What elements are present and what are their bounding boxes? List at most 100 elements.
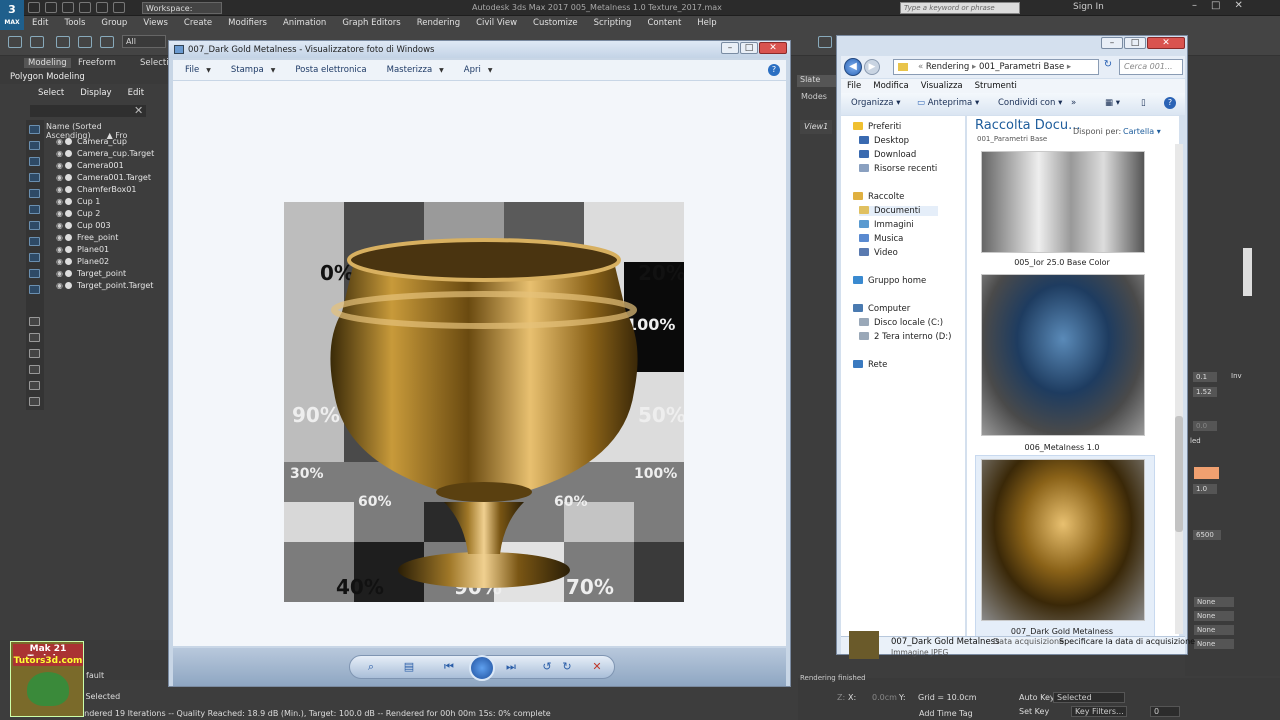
nav-drive-c[interactable]: Disco locale (C:) [859,318,943,328]
render-setup-icon[interactable] [818,36,832,48]
nav-documents[interactable]: Documenti [859,206,939,216]
previous-icon[interactable]: ⏮ [442,661,456,673]
scene-menu-display[interactable]: Display [80,88,111,102]
menu-tools[interactable]: Tools [56,16,93,30]
eye-icon[interactable]: ◉ [56,256,65,268]
eye-icon[interactable]: ◉ [56,172,65,184]
rotate-left-icon[interactable]: ↺ [540,661,554,673]
sort-icon[interactable] [29,349,40,358]
hierarchy-icon[interactable] [29,333,40,342]
sign-in-button[interactable]: Sign In [1073,2,1104,12]
new-icon[interactable] [28,2,40,13]
help-icon[interactable]: ? [768,64,780,76]
scene-item[interactable]: ◉ Cup 2 [56,208,170,220]
close-icon[interactable]: ✕ [134,104,143,117]
maximize-icon[interactable]: □ [1211,0,1220,11]
map-slot-button[interactable]: None [1194,597,1234,607]
scene-item[interactable]: ◉ Free_point [56,232,170,244]
thumbnail-caption[interactable]: 006_Metalness 1.0 [972,443,1152,452]
eye-icon[interactable]: ◉ [56,220,65,232]
project-icon[interactable] [113,2,125,13]
redo-icon[interactable] [30,36,44,48]
link-icon[interactable] [56,36,70,48]
eye-icon[interactable]: ◉ [56,280,65,292]
display-lights-icon[interactable] [29,173,40,182]
kelvin-field[interactable]: 6500 [1193,530,1221,540]
rendering-window-taskbar[interactable]: Rendering finished [800,674,900,688]
menu-edit[interactable]: Modifica [867,79,915,93]
max-app-logo[interactable]: 3 MAX [0,0,24,30]
eye-icon[interactable]: ◉ [56,244,65,256]
nav-network[interactable]: Rete [853,360,887,370]
nav-video[interactable]: Video [859,248,898,258]
scene-item[interactable]: ◉ Target_point.Target [56,280,170,292]
key-selection-dropdown[interactable]: Selected [1053,692,1125,703]
scene-item[interactable]: ◉ Camera_cup.Target [56,148,170,160]
actual-size-icon[interactable]: ▤ [402,661,416,673]
scene-item[interactable]: ◉ Target_point [56,268,170,280]
polygon-modeling-label[interactable]: Polygon Modeling [10,72,85,82]
menu-help[interactable]: Help [689,16,724,30]
thumbnail-caption[interactable]: 005_Ior 25.0 Base Color [972,258,1152,267]
thumbnail-caption[interactable]: 007_Dark Gold Metalness [972,627,1152,636]
organize-button[interactable]: Organizza ▾ [851,98,901,108]
menu-file[interactable]: File [841,79,867,93]
layer-icon[interactable] [29,317,40,326]
scene-item[interactable]: ◉ Plane02 [56,256,170,268]
delete-icon[interactable]: ✕ [590,661,604,673]
menu-view[interactable]: Visualizza [915,79,969,93]
auto-key-button[interactable]: Auto Key [1019,693,1055,702]
set-key-button[interactable]: Set Key [1019,707,1049,716]
map-slot-button[interactable]: None [1194,611,1234,621]
close-icon[interactable]: ✕ [1147,37,1185,49]
view1-tab[interactable]: View1 [800,120,832,134]
scene-item[interactable]: ◉ Cup 003 [56,220,170,232]
nav-pictures[interactable]: Immagini [859,220,914,230]
preview-pane-icon[interactable]: ▯ [1141,98,1146,108]
menu-group[interactable]: Group [93,16,135,30]
menu-create[interactable]: Create [176,16,220,30]
display-geometry-icon[interactable] [29,141,40,150]
frame-field[interactable]: 0 [1150,706,1180,717]
param-field[interactable]: 0.1 [1193,372,1217,382]
rotate-right-icon[interactable]: ↻ [560,661,574,673]
close-icon[interactable]: ✕ [1234,0,1242,11]
workspace-dropdown[interactable]: Workspace: Default [142,2,222,24]
undo-icon[interactable] [79,2,91,13]
change-view-icon[interactable]: ▦ ▾ [1105,98,1120,108]
close-icon[interactable]: ✕ [759,42,787,54]
eye-icon[interactable]: ◉ [56,160,65,172]
slate-modes-menu[interactable]: Modes [801,92,827,101]
param-field[interactable]: 1.0 [1193,484,1217,494]
menu-file[interactable]: File ▼ [173,65,219,75]
maximize-icon[interactable]: □ [740,42,758,54]
scroll-thumb[interactable] [1175,416,1183,532]
next-icon[interactable]: ⏭ [504,661,518,673]
display-none-icon[interactable] [29,125,40,134]
undo-icon[interactable] [8,36,22,48]
tab-freeform[interactable]: Freeform [78,58,116,68]
nav-computer[interactable]: Computer [853,304,910,314]
minimize-icon[interactable]: – [721,42,739,54]
photo-viewer-title-bar[interactable]: 007_Dark Gold Metalness - Visualizzatore… [169,41,790,58]
menu-civil-view[interactable]: Civil View [468,16,525,30]
menu-tools[interactable]: Strumenti [969,79,1023,93]
forward-icon[interactable]: ▶ [864,59,880,75]
menu-content[interactable]: Content [639,16,689,30]
breadcrumb[interactable]: « Rendering ▸ 001_Parametri Base ▸ [893,59,1099,75]
minimize-icon[interactable]: – [1101,37,1123,49]
lock-icon[interactable] [29,397,40,406]
menu-open[interactable]: Apri ▼ [452,65,501,75]
menu-customize[interactable]: Customize [525,16,586,30]
nav-download[interactable]: Download [859,150,916,160]
display-helpers-icon[interactable] [29,205,40,214]
file-list-scrollbar[interactable] [1175,144,1183,634]
help-icon[interactable]: ? [1164,97,1176,109]
map-slot-button[interactable]: None [1194,639,1234,649]
menu-rendering[interactable]: Rendering [409,16,468,30]
minimize-icon[interactable]: – [1192,0,1197,11]
refresh-icon[interactable]: ↻ [1101,59,1115,75]
display-cameras-icon[interactable] [29,189,40,198]
display-containers-icon[interactable] [29,285,40,294]
nav-drive-d[interactable]: 2 Tera interno (D:) [859,332,951,342]
